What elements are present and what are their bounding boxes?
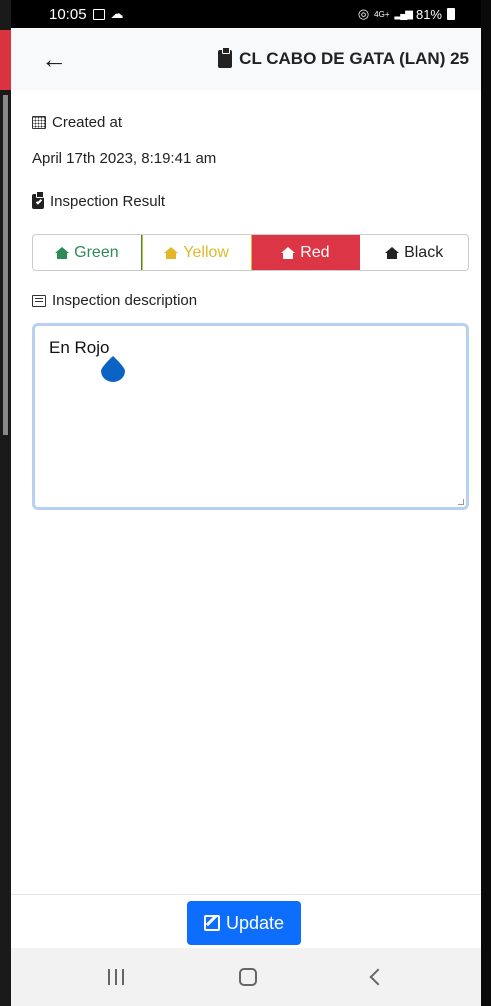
result-black-label: Black xyxy=(404,243,444,261)
result-green-label: Green xyxy=(74,243,119,261)
battery-level: 81% xyxy=(415,6,442,22)
page-title: CL CABO DE GATA (LAN) 25 xyxy=(218,47,469,69)
created-label-text: Created at xyxy=(52,114,123,131)
recents-icon[interactable] xyxy=(108,969,125,985)
arrow-left-icon[interactable]: ← xyxy=(41,44,67,75)
calendar-icon xyxy=(32,116,46,129)
result-red-label: Red xyxy=(300,243,330,261)
footer: Update xyxy=(11,894,481,948)
status-right: ◎ 4G+ ▂▄▆ 81% xyxy=(358,6,455,22)
clipboard-icon xyxy=(218,47,233,68)
description-label: Inspection description xyxy=(32,292,460,309)
left-edge-tab[interactable] xyxy=(0,30,11,90)
text-list-icon xyxy=(32,294,46,307)
signal-icon: ▂▄▆ xyxy=(394,8,414,20)
clipboard-check-icon xyxy=(32,191,44,209)
description-label-text: Inspection description xyxy=(52,292,198,309)
result-red-button[interactable]: Red xyxy=(251,235,361,270)
resize-handle[interactable] xyxy=(458,499,464,505)
created-label: Created at xyxy=(32,114,460,131)
result-black-button[interactable]: Black xyxy=(360,235,468,270)
cloud-icon: ☁ xyxy=(110,6,124,21)
created-value: April 17th 2023, 8:19:41 am xyxy=(32,150,217,167)
network-type: 4G+ xyxy=(374,9,390,19)
text-cursor-handle-icon[interactable] xyxy=(101,356,125,382)
inspection-result-selector: Green Yellow Red Black xyxy=(32,234,469,271)
house-icon xyxy=(55,246,70,259)
house-icon xyxy=(385,246,400,259)
left-scrollbar[interactable] xyxy=(3,95,8,435)
description-value: En Rojo xyxy=(49,338,110,357)
status-time: 10:05 xyxy=(49,5,87,23)
result-green-button[interactable]: Green xyxy=(33,235,142,270)
result-yellow-button[interactable]: Yellow xyxy=(141,235,252,270)
home-icon[interactable] xyxy=(238,968,257,986)
update-button-label: Update xyxy=(225,912,285,933)
main-content: Created at April 17th 2023, 8:19:41 am I… xyxy=(11,114,481,510)
status-left: 10:05 ☁ xyxy=(49,6,124,23)
inspection-description-input[interactable]: En Rojo xyxy=(32,323,469,510)
inspection-result-label: Inspection Result xyxy=(32,191,460,210)
app-header: ← CL CABO DE GATA (LAN) 25 xyxy=(11,28,481,90)
phone-screen: 10:05 ☁ ◎ 4G+ ▂▄▆ 81% ← CL CABO DE GATA … xyxy=(11,0,481,1006)
page-title-text: CL CABO DE GATA (LAN) 25 xyxy=(239,49,469,68)
back-icon[interactable] xyxy=(369,968,387,986)
house-icon xyxy=(164,246,179,259)
status-bar: 10:05 ☁ ◎ 4G+ ▂▄▆ 81% xyxy=(11,0,481,28)
house-icon xyxy=(281,246,296,259)
inspection-result-label-text: Inspection Result xyxy=(50,193,166,210)
right-edge-panel xyxy=(481,0,491,1006)
battery-icon xyxy=(447,8,455,20)
gallery-icon xyxy=(92,8,105,20)
update-button[interactable]: Update xyxy=(187,901,301,945)
edit-icon xyxy=(203,915,220,931)
result-yellow-label: Yellow xyxy=(183,243,229,261)
system-nav-bar xyxy=(11,948,481,1006)
hotspot-icon: ◎ xyxy=(357,6,370,21)
